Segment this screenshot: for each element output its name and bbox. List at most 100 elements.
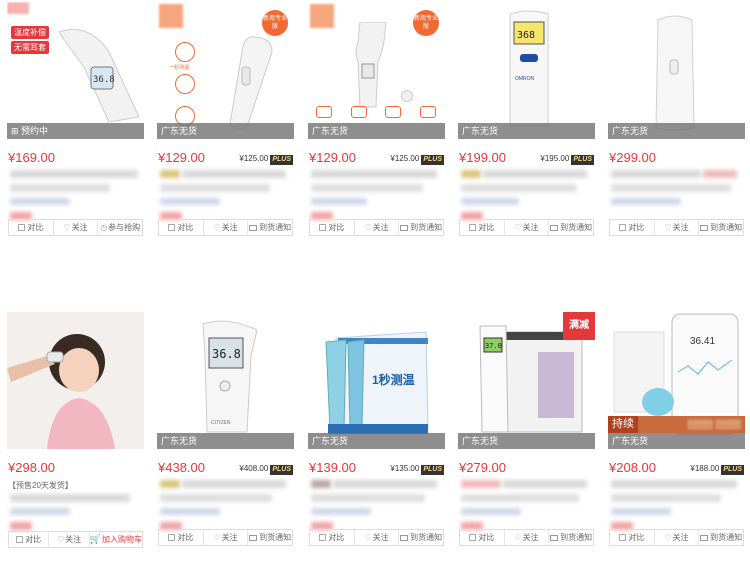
compare-button[interactable]: 对比 [460,220,505,235]
product-card[interactable]: ¥298.00 【预售20天发货】 对比 ♡ 关注 🛒 加入购物车 [4,312,147,548]
plus-price: ¥408.00 PLUS [239,464,293,475]
svg-text:368: 368 [517,30,535,41]
plus-badge: PLUS [721,465,744,475]
price: ¥129.00 [309,150,356,165]
product-image[interactable] [7,312,144,449]
boxed-thermometer-icon: 1秒测温 [325,331,429,435]
compare-button[interactable]: 对比 [610,530,655,545]
product-image[interactable]: 新用专业版 广东无货 [308,2,445,139]
follow-button[interactable]: ♡ 关注 [505,220,550,235]
product-card[interactable]: 新用专业版 一秒测温 广东无货 ¥129.00 ¥125.00 PLUS 对比 ♡… [154,2,297,236]
compare-button[interactable]: 对比 [310,220,355,235]
mail-icon [700,534,709,541]
heart-icon: ♡ [514,223,522,232]
checkbox-icon [168,224,176,231]
plus-price: ¥125.00 PLUS [239,154,293,165]
svg-text:1秒测温: 1秒测温 [372,372,415,387]
notify-button[interactable]: 到货通知 [699,530,743,545]
product-card[interactable]: 温度补偿 无需耳套 36.8 ⊞ 预约中 ¥169.00 对比 ♡ 关注 ◷ 参与抢… [4,2,147,236]
product-card[interactable]: 广东无货 ¥299.00 对比 ♡ 关注 到货通知 [605,2,748,236]
notify-button[interactable]: 到货通知 [549,220,593,235]
follow-button[interactable]: ♡ 关注 [505,530,550,545]
brand-logo [159,4,183,28]
notify-button[interactable]: 到货通知 [248,530,292,545]
product-image[interactable]: 368 OMRON 广东无货 [458,2,595,139]
stock-strip: 广东无货 [157,123,294,139]
plus-price: ¥188.00 PLUS [690,464,744,475]
checkbox-icon [16,536,24,543]
compare-button[interactable]: 对比 [610,220,655,235]
compare-button[interactable]: 对比 [159,220,204,235]
title-blurred: 对比 ♡ 关注 到货通知 [154,170,297,236]
action-bar: 对比 ♡ 关注 ◷ 参与抢购 [8,219,143,236]
compare-button[interactable]: 对比 [460,530,505,545]
product-image[interactable]: 新用专业版 一秒测温 广东无货 [157,2,294,139]
follow-button[interactable]: ♡ 关注 [355,530,400,545]
price: ¥199.00 [459,150,506,165]
thermometer-icon: 36.8 [58,29,140,122]
follow-button[interactable]: ♡ 关注 [655,220,700,235]
action-bar: 对比 ♡ 关注 到货通知 [459,529,594,546]
product-card[interactable]: 36.8 CITIZEN 广东无货 ¥438.00 ¥408.00 PLUS 对比… [154,312,297,546]
mail-icon [249,224,258,231]
product-card[interactable]: 36.41 持续 ▒▒▒▒ ▒▒▒▒ 广东无货 ¥208.00 ¥188.00 P… [605,312,748,546]
title-blurred: 对比 ♡ 关注 到货通知 [154,480,297,546]
plus-badge: PLUS [421,465,444,475]
price: ¥139.00 [309,460,356,475]
follow-button[interactable]: ♡ 关注 [49,532,90,547]
follow-button[interactable]: ♡ 关注 [204,530,249,545]
product-card[interactable]: 新用专业版 广东无货 ¥129.00 ¥125.00 PLUS 对比 ♡ 关注 … [305,2,448,236]
promo-tag: 温度补偿 [11,26,49,39]
add-to-cart-button[interactable]: 🛒 加入购物车 [90,532,142,547]
notify-button[interactable]: 到货通知 [248,220,292,235]
product-image[interactable]: 1秒测温 广东无货 [308,312,445,449]
notify-button[interactable]: 到货通知 [399,220,443,235]
action-bar: 对比 ♡ 关注 🛒 加入购物车 [8,531,143,548]
plus-badge: PLUS [571,155,594,165]
heart-icon: ♡ [213,533,221,542]
product-image[interactable]: 36.8 CITIZEN 广东无货 [157,312,294,449]
compare-button[interactable]: 对比 [9,532,50,547]
compare-button[interactable]: 对比 [310,530,355,545]
product-card[interactable]: 368 OMRON 广东无货 ¥199.00 ¥195.00 PLUS 对比 ♡ 关… [455,2,598,236]
svg-text:36.8: 36.8 [93,75,115,85]
child-photo [7,312,144,449]
notify-button[interactable]: 到货通知 [699,220,743,235]
checkbox-icon [18,224,26,231]
checkbox-icon [619,224,627,231]
title-blurred: 对比 ♡ 关注 ◷ 参与抢购 [4,170,147,236]
svg-text:OMRON: OMRON [515,76,535,82]
price: ¥129.00 [158,150,205,165]
promo-tag: 无需耳套 [11,41,49,54]
follow-button[interactable]: ♡ 关注 [204,220,249,235]
ear-thermometer-icon [355,22,387,108]
action-bar: 对比 ♡ 关注 到货通知 [609,219,744,236]
action-bar: 对比 ♡ 关注 到货通知 [609,529,744,546]
svg-text:37.0: 37.0 [485,342,502,350]
product-card[interactable]: 1秒测温 广东无货 ¥139.00 ¥135.00 PLUS 对比 ♡ 关注 到货通… [305,312,448,546]
product-card[interactable]: 37.0 满减 广东无货 ¥279.00 对比 ♡ 关注 到货通知 [455,312,598,546]
product-image[interactable]: 36.41 持续 ▒▒▒▒ ▒▒▒▒ 广东无货 [608,312,745,449]
rush-buy-button[interactable]: ◷ 参与抢购 [98,220,142,235]
product-image[interactable]: 37.0 满减 广东无货 [458,312,595,449]
action-bar: 对比 ♡ 关注 到货通知 [309,219,444,236]
action-bar: 对比 ♡ 关注 到货通知 [309,529,444,546]
mail-icon [700,224,709,231]
title-blurred: 对比 ♡ 关注 到货通知 [455,170,598,236]
compare-button[interactable]: 对比 [159,530,204,545]
notify-button[interactable]: 到货通知 [399,530,443,545]
product-image[interactable]: 广东无货 [608,2,745,139]
ear-thermometer-icon: 36.8 CITIZEN [202,320,258,433]
compare-button[interactable]: 对比 [9,220,54,235]
stock-strip: 广东无货 [458,433,595,449]
follow-button[interactable]: ♡ 关注 [54,220,99,235]
mail-icon [249,534,258,541]
follow-button[interactable]: ♡ 关注 [655,530,700,545]
plus-price: ¥135.00 PLUS [390,464,444,475]
mail-icon [550,224,559,231]
notify-button[interactable]: 到货通知 [549,530,593,545]
follow-button[interactable]: ♡ 关注 [355,220,400,235]
product-image[interactable]: 温度补偿 无需耳套 36.8 ⊞ 预约中 [7,2,144,139]
heart-icon: ♡ [57,535,65,544]
thermometer-icon [229,36,273,130]
